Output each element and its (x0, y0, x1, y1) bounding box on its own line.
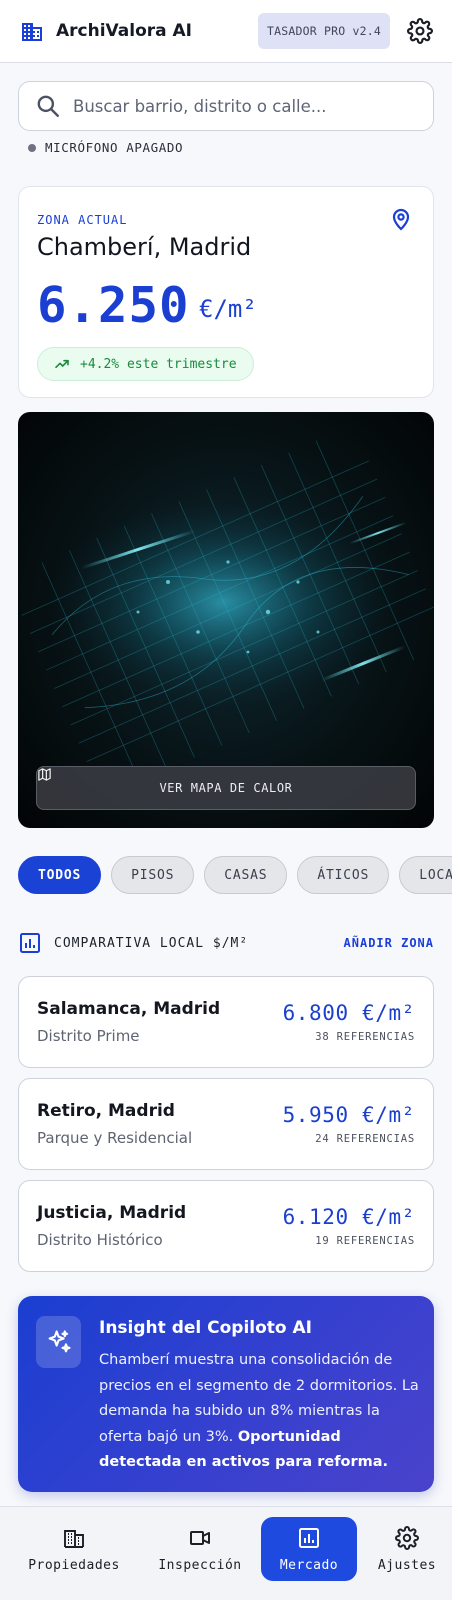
gear-icon (407, 18, 433, 44)
nav-label: Propiedades (28, 1557, 120, 1573)
map-icon (38, 768, 51, 781)
version-badge: TASADOR PRO v2.4 (258, 13, 390, 49)
filter-chip-todos[interactable]: TODOS (18, 856, 102, 894)
settings-button[interactable] (406, 17, 434, 45)
filter-chip-casas[interactable]: CASAS (204, 856, 288, 894)
comparison-row[interactable]: Salamanca, Madrid Distrito Prime 6.800 €… (18, 976, 434, 1068)
heatmap-preview[interactable]: VER MAPA DE CALOR (18, 412, 434, 828)
nav-item-mercado[interactable]: Mercado (261, 1517, 357, 1581)
building-icon (22, 23, 42, 41)
insight-title: Insight del Copiloto AI (99, 1318, 312, 1338)
nav-item-inspeccion[interactable]: Inspección (144, 1517, 256, 1581)
microphone-status-label: MICRÓFONO APAGADO (45, 140, 184, 155)
search-input[interactable] (73, 96, 393, 116)
trending-up-icon (55, 359, 69, 369)
filter-chip-locales[interactable]: LOCALES (399, 856, 452, 894)
trend-label: +4.2% este trimestre (80, 356, 237, 372)
microphone-status: MICRÓFONO APAGADO (28, 140, 183, 155)
comparison-zone-name: Justicia, Madrid (37, 1203, 187, 1223)
zone-name: Chamberí, Madrid (37, 233, 252, 261)
comparison-zone-refs: 19 REFERENCIAS (315, 1235, 415, 1247)
nav-label: Inspección (158, 1557, 242, 1573)
map-pin-icon[interactable] (389, 207, 413, 231)
comparison-zone-refs: 24 REFERENCIAS (315, 1133, 415, 1145)
comparison-row[interactable]: Justicia, Madrid Distrito Histórico 6.12… (18, 1180, 434, 1272)
comparison-title: COMPARATIVA LOCAL $/M² (54, 935, 249, 951)
view-heatmap-label: VER MAPA DE CALOR (159, 781, 293, 795)
filter-chip-aticos[interactable]: ÁTICOS (297, 856, 390, 894)
ai-insight-card: Insight del Copiloto AI Chamberí muestra… (18, 1296, 434, 1492)
filter-chips: TODOS PISOS CASAS ÁTICOS LOCALES (18, 856, 452, 894)
filter-chip-pisos[interactable]: PISOS (111, 856, 195, 894)
app-header: ArchiValora AI TASADOR PRO v2.4 (0, 0, 452, 63)
comparison-zone-name: Retiro, Madrid (37, 1101, 175, 1121)
comparison-zone-price: 6.120 €/m² (282, 1205, 415, 1229)
comparison-header: COMPARATIVA LOCAL $/M² AÑADIR ZONA (18, 930, 434, 956)
add-zone-link[interactable]: AÑADIR ZONA (344, 936, 434, 950)
insight-body: Chamberí muestra una consolidación de pr… (99, 1348, 419, 1476)
search-icon (37, 95, 59, 117)
current-zone-card: ZONA ACTUAL Chamberí, Madrid 6.250 €/m² … (18, 186, 434, 398)
trend-badge: +4.2% este trimestre (37, 347, 254, 381)
app-title: ArchiValora AI (56, 21, 193, 41)
comparison-zone-subtitle: Distrito Histórico (37, 1231, 163, 1249)
gear-icon (395, 1525, 419, 1550)
nav-item-propiedades[interactable]: Propiedades (18, 1517, 130, 1581)
comparison-zone-subtitle: Parque y Residencial (37, 1129, 193, 1147)
nav-label: Ajustes (377, 1557, 437, 1573)
view-heatmap-button[interactable]: VER MAPA DE CALOR (36, 766, 416, 810)
zone-label: ZONA ACTUAL (37, 213, 128, 227)
zone-price-unit: €/m² (199, 295, 257, 323)
zone-price: 6.250 (37, 277, 190, 334)
nav-label: Mercado (279, 1557, 339, 1573)
comparison-row[interactable]: Retiro, Madrid Parque y Residencial 5.95… (18, 1078, 434, 1170)
video-camera-icon (190, 1530, 210, 1545)
comparison-zone-name: Salamanca, Madrid (37, 999, 221, 1019)
nav-item-ajustes[interactable]: Ajustes (366, 1517, 448, 1581)
comparison-zone-price: 6.800 €/m² (282, 1001, 415, 1025)
status-dot (28, 143, 36, 152)
comparison-zone-price: 5.950 €/m² (282, 1103, 415, 1127)
bottom-navigation: Propiedades Inspección Mercado Ajustes (0, 1506, 452, 1600)
bar-chart-icon (20, 933, 40, 953)
sparkles-icon (36, 1316, 81, 1368)
bar-chart-icon (299, 1527, 319, 1548)
search-bar[interactable] (18, 81, 434, 131)
building-icon (64, 1529, 84, 1548)
comparison-zone-subtitle: Distrito Prime (37, 1027, 140, 1045)
comparison-zone-refs: 38 REFERENCIAS (315, 1031, 415, 1043)
